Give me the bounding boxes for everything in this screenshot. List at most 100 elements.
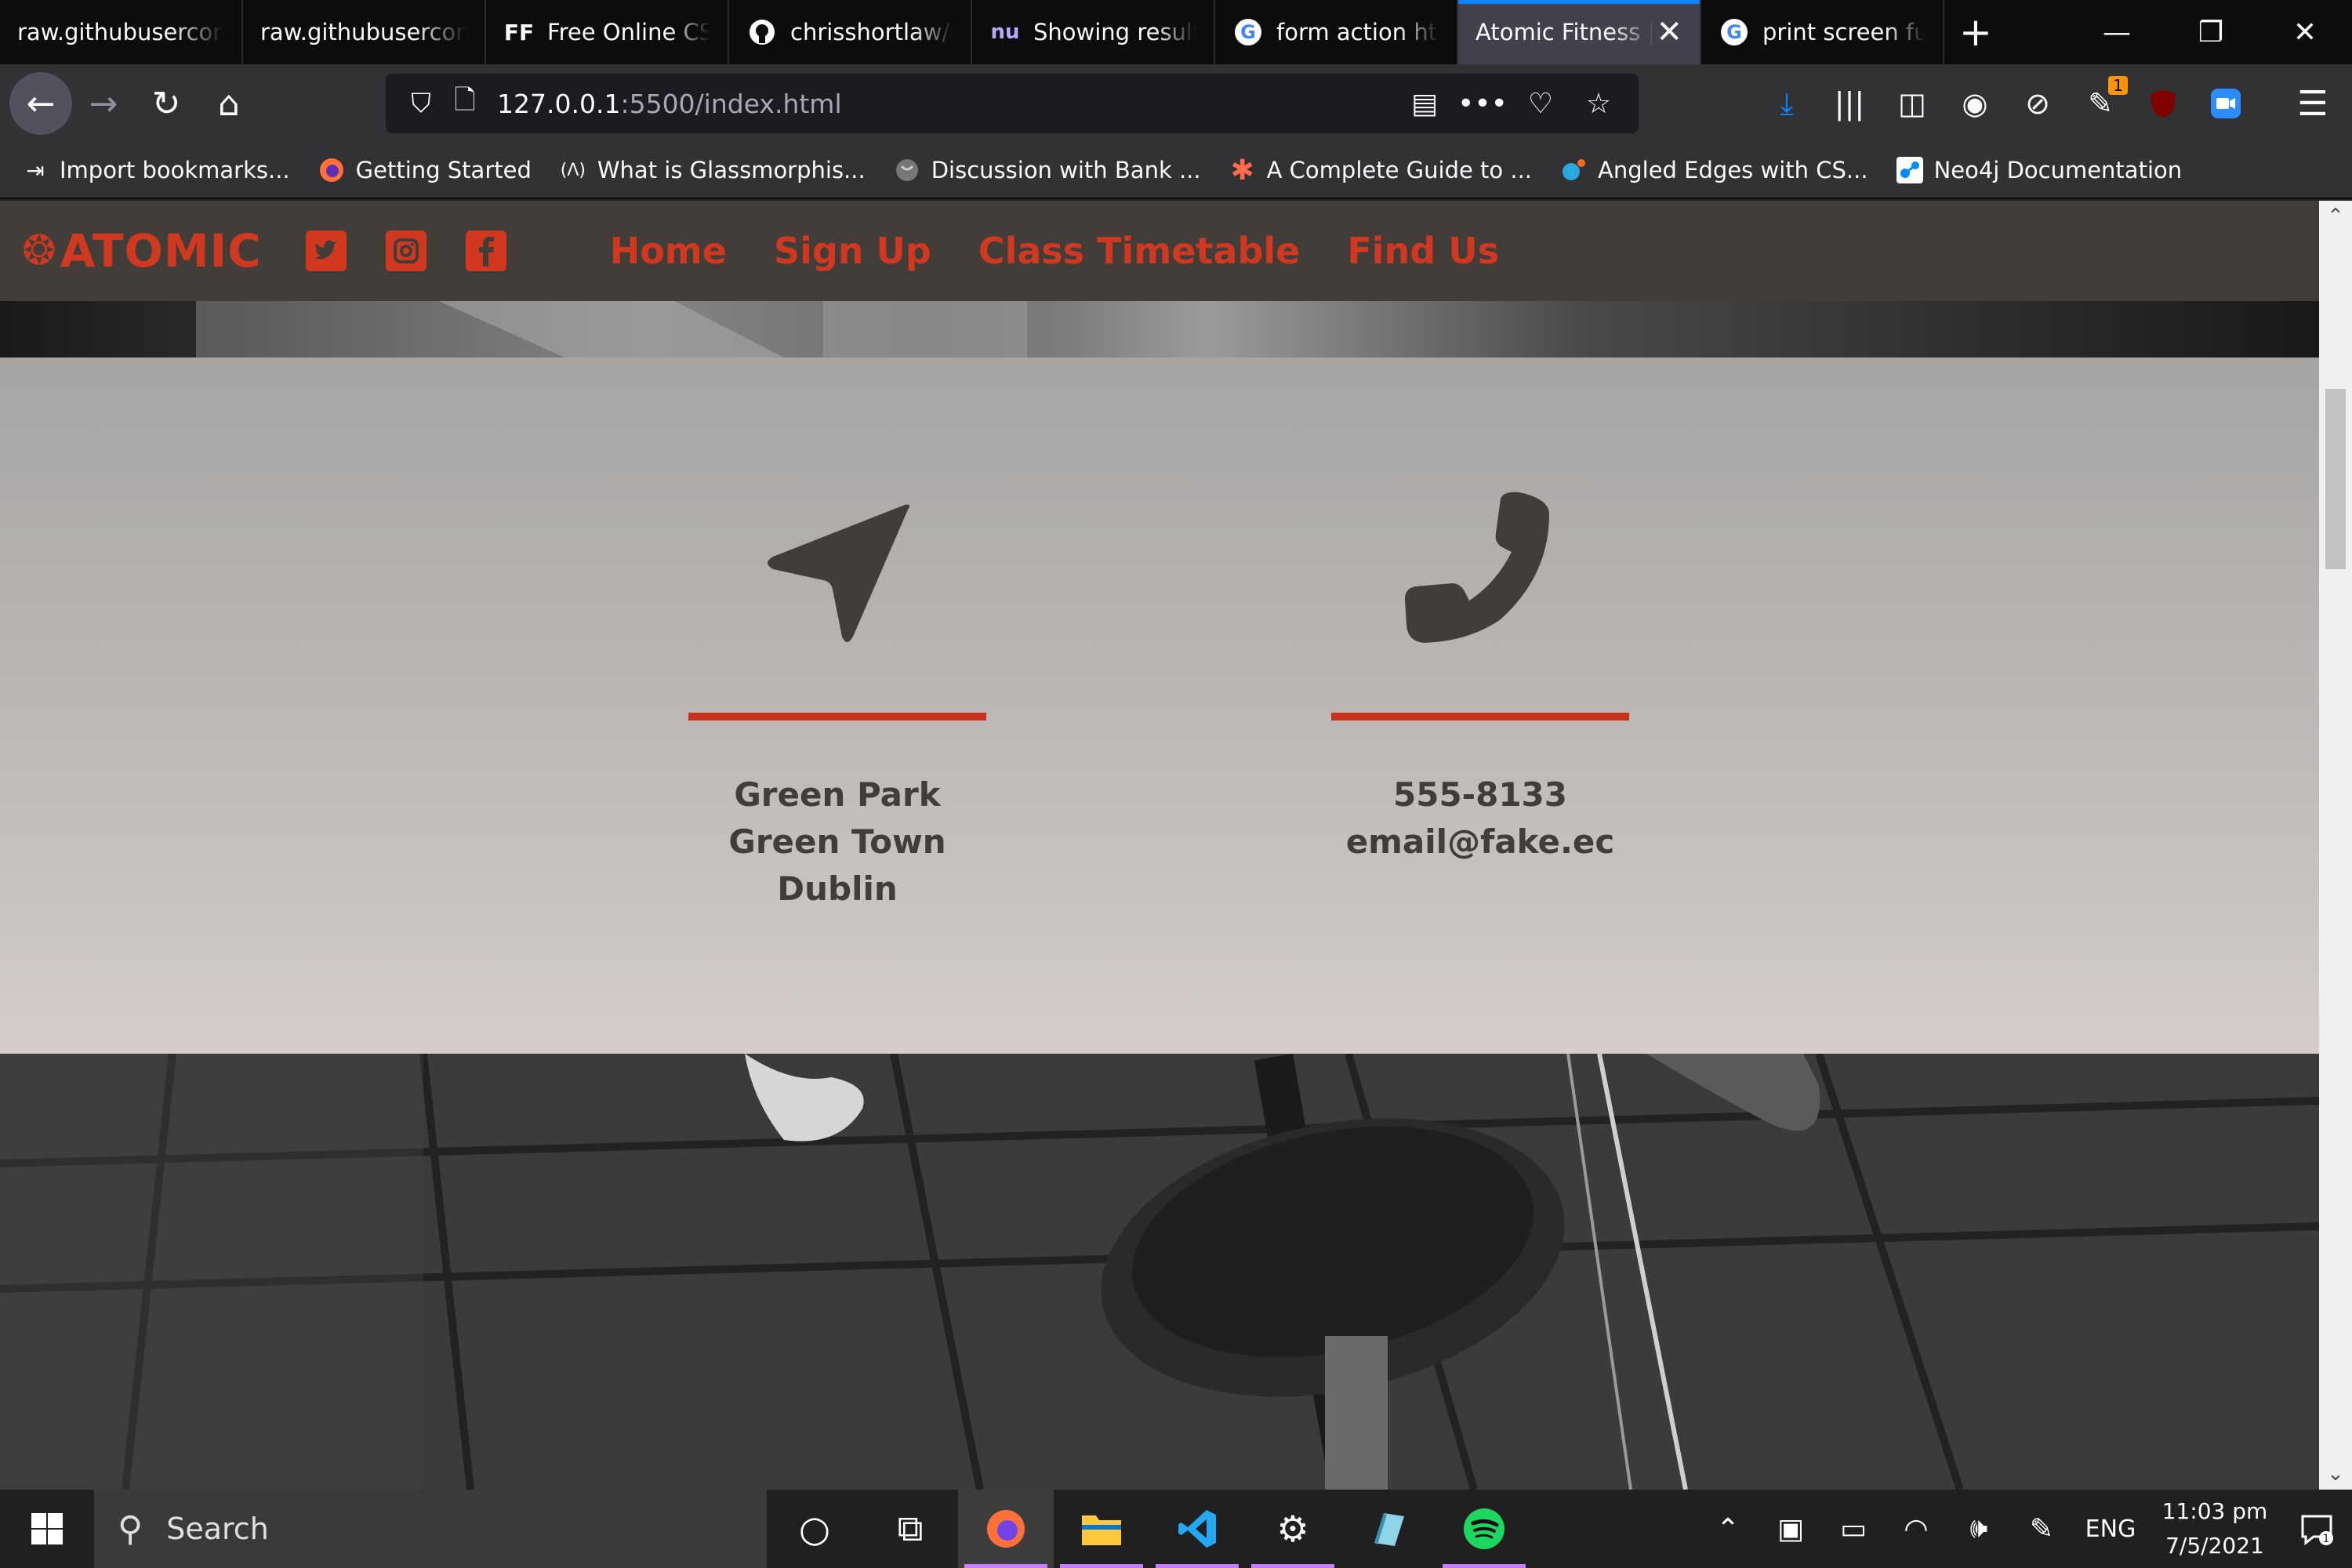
bookmark-label: Discussion with Bank ... — [931, 157, 1201, 183]
ublock-icon[interactable] — [2140, 81, 2186, 126]
tab-github[interactable]: chrisshortlaw/c — [729, 0, 972, 64]
page-scrollbar[interactable]: ⌃ ⌄ — [2319, 201, 2352, 1490]
close-window-icon[interactable]: ✕ — [2258, 0, 2352, 64]
extension-blocked-icon[interactable]: ⊘ — [2015, 81, 2060, 126]
search-label: Search — [166, 1512, 269, 1546]
back-arrow-icon[interactable]: ← — [9, 72, 72, 135]
scroll-up-icon[interactable]: ⌃ — [2319, 201, 2352, 232]
tab-label: print screen fun — [1762, 19, 1926, 45]
url-text[interactable]: 127.0.0.1:5500/index.html — [497, 89, 842, 119]
hamburger-menu-icon[interactable]: ☰ — [2289, 80, 2336, 127]
bookmark-import[interactable]: ⇥ Import bookmarks... — [20, 155, 289, 185]
scroll-down-icon[interactable]: ⌄ — [2319, 1458, 2352, 1490]
library-icon[interactable]: ||| — [1827, 81, 1872, 126]
file-explorer-icon[interactable] — [1054, 1490, 1149, 1568]
bookmark-label: Getting Started — [355, 157, 532, 183]
google-icon: G — [1232, 16, 1264, 48]
zoom-icon[interactable] — [2203, 81, 2249, 126]
volume-icon[interactable]: 🕪 — [1947, 1490, 2010, 1568]
language-indicator[interactable]: ENG — [2073, 1490, 2148, 1568]
battery-icon[interactable]: ▭ — [1822, 1490, 1885, 1568]
page-actions-icon[interactable]: ••• — [1457, 84, 1508, 123]
twitter-icon[interactable] — [305, 230, 347, 271]
shield-icon[interactable]: ⛉ — [401, 84, 441, 123]
toolbar-extensions: ⤓ ||| ◫ ◉ ⊘ ✎ 1 — [1764, 64, 2249, 143]
tab-showing-results[interactable]: nu Showing results — [972, 0, 1215, 64]
address-divider — [688, 713, 986, 720]
bookmark-label: A Complete Guide to ... — [1266, 157, 1533, 183]
bookmark-discussion[interactable]: Discussion with Bank ... — [892, 155, 1201, 185]
account-icon[interactable]: ◉ — [1952, 81, 1998, 126]
minimize-icon[interactable]: — — [2070, 0, 2164, 64]
url-bar[interactable]: ⛉ 🗋 127.0.0.1:5500/index.html ▤ ••• ♡ ☆ — [386, 74, 1639, 133]
notifications-icon[interactable]: 1 — [2281, 1490, 2352, 1568]
address-line-3: Dublin — [777, 869, 898, 908]
pocket-icon[interactable]: ♡ — [1521, 84, 1560, 123]
restore-icon[interactable]: ❐ — [2164, 0, 2258, 64]
browser-toolbar: ← → ↻ ⌂ ⛉ 🗋 127.0.0.1:5500/index.html ▤ … — [0, 64, 2352, 143]
nav-link-home[interactable]: Home — [610, 230, 727, 272]
page-info-icon[interactable]: 🗋 — [445, 84, 485, 123]
tray-chevron-icon[interactable]: ⌃ — [1697, 1490, 1759, 1568]
notification-count: 1 — [2323, 1533, 2330, 1545]
bookmark-star-icon[interactable]: ☆ — [1579, 84, 1618, 123]
extension-badge: 1 — [2108, 76, 2128, 95]
close-tab-icon[interactable]: ✕ — [1656, 14, 1682, 50]
windows-start-icon[interactable] — [0, 1490, 94, 1568]
bookmark-complete-guide[interactable]: ✱ A Complete Guide to ... — [1228, 154, 1533, 187]
forward-arrow-icon[interactable]: → — [72, 72, 135, 135]
page-viewport: ❂ ATOMIC Home Sign Up Class Timetable Fi… — [0, 201, 2319, 1490]
cortana-icon[interactable]: ○ — [767, 1490, 862, 1568]
nav-link-find-us[interactable]: Find Us — [1347, 230, 1499, 272]
sidebar-icon[interactable]: ◫ — [1889, 81, 1935, 126]
nav-link-class-timetable[interactable]: Class Timetable — [978, 230, 1301, 272]
vscode-icon[interactable] — [1149, 1490, 1245, 1568]
settings-gear-icon[interactable]: ⚙ — [1245, 1490, 1341, 1568]
site-navbar: ❂ ATOMIC Home Sign Up Class Timetable Fi… — [0, 201, 2319, 301]
spotify-icon[interactable] — [1436, 1490, 1532, 1568]
site-logo[interactable]: ❂ ATOMIC — [22, 224, 262, 278]
gym-floor-photo — [0, 1054, 2319, 1490]
home-icon[interactable]: ⌂ — [198, 72, 260, 135]
tab-label: raw.githubuserconte — [17, 19, 224, 45]
email-address: email@fake.ec — [1345, 822, 1615, 861]
tab-raw-github-2[interactable]: raw.githubuserconte — [243, 0, 486, 64]
snip-tool-icon[interactable] — [1341, 1490, 1436, 1568]
taskbar-clock[interactable]: 11:03 pm 7/5/2021 — [2148, 1494, 2281, 1563]
taskbar-search[interactable]: ⚲ Search — [94, 1490, 767, 1568]
scrollbar-thumb[interactable] — [2325, 389, 2346, 569]
bookmark-glassmorphism[interactable]: (Λ) What is Glassmorphis... — [558, 155, 866, 185]
firefox-taskbar-icon[interactable] — [958, 1490, 1054, 1568]
instagram-icon[interactable] — [385, 230, 426, 271]
task-view-icon[interactable]: ⧉ — [862, 1490, 958, 1568]
import-icon: ⇥ — [26, 157, 45, 183]
pen-icon[interactable]: ✎ — [2010, 1490, 2073, 1568]
firefox-icon — [317, 155, 347, 185]
clock-date: 7/5/2021 — [2165, 1533, 2264, 1559]
tab-label: Showing results — [1033, 19, 1196, 45]
reader-view-icon[interactable]: ▤ — [1405, 84, 1444, 123]
phone-icon — [1405, 492, 1549, 643]
contact-section: Green Park Green Town Dublin 555-8133 em… — [0, 358, 2319, 1054]
tab-label: raw.githubuserconte — [260, 19, 467, 45]
svg-text:G: G — [1240, 21, 1256, 43]
tab-atomic-fitness[interactable]: Atomic Fitness | ✕ — [1458, 0, 1701, 64]
wifi-icon[interactable]: ◠ — [1885, 1490, 1947, 1568]
reload-icon[interactable]: ↻ — [135, 72, 198, 135]
bookmark-getting-started[interactable]: Getting Started — [317, 155, 532, 185]
downloads-icon[interactable]: ⤓ — [1764, 81, 1809, 126]
asterisk-icon: ✱ — [1230, 154, 1254, 187]
address-text: Green Park Green Town Dublin — [688, 771, 986, 913]
bookmark-neo4j[interactable]: Neo4j Documentation — [1895, 155, 2182, 185]
tab-raw-github-1[interactable]: raw.githubuserconte — [0, 0, 243, 64]
new-tab-button[interactable]: + — [1944, 0, 2007, 64]
tab-print-screen[interactable]: G print screen fun — [1701, 0, 1944, 64]
extension-notification-icon[interactable]: ✎ 1 — [2078, 76, 2128, 126]
facebook-icon[interactable] — [465, 230, 506, 271]
meet-now-icon[interactable]: ▣ — [1759, 1490, 1822, 1568]
nav-link-sign-up[interactable]: Sign Up — [774, 230, 931, 272]
tab-free-online-css[interactable]: FF Free Online CSS — [486, 0, 729, 64]
bookmark-angled-edges[interactable]: Angled Edges with CS... — [1559, 155, 1868, 185]
tab-form-action[interactable]: G form action htm — [1215, 0, 1458, 64]
bookmark-label: What is Glassmorphis... — [597, 157, 866, 183]
